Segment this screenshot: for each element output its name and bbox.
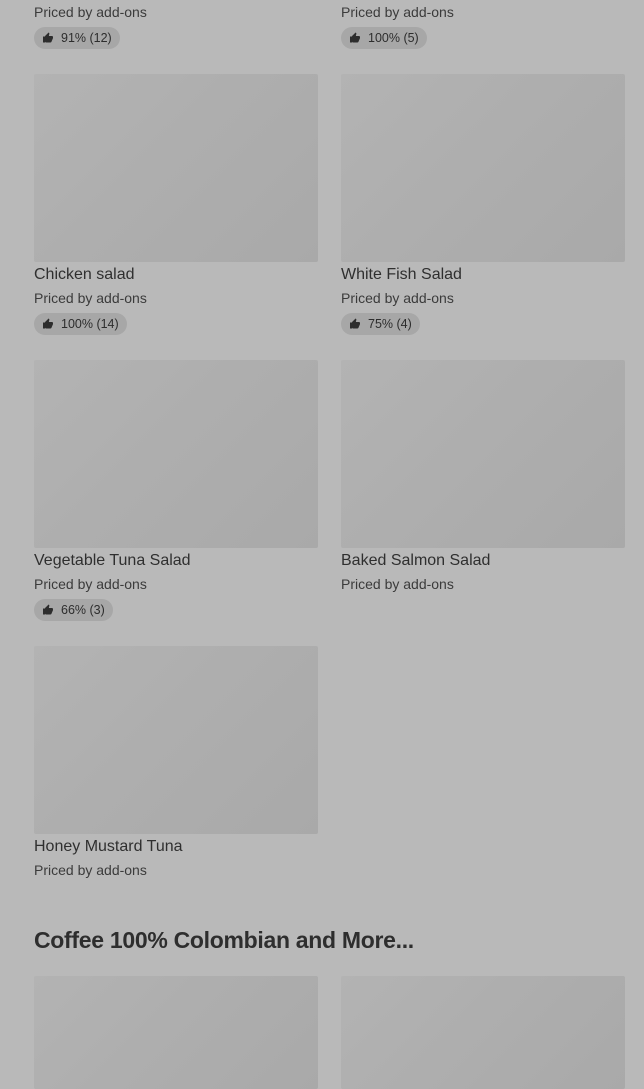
item-price: Priced by add-ons xyxy=(34,862,147,878)
item-price: Priced by add-ons xyxy=(34,576,147,592)
rating-badge: 100% (5) xyxy=(341,27,427,49)
rating-text: 66% (3) xyxy=(61,603,105,617)
rating-badge: 100% (14) xyxy=(34,313,127,335)
item-image[interactable] xyxy=(34,646,318,834)
thumbs-up-icon xyxy=(350,318,360,329)
thumbs-up-icon xyxy=(43,318,53,329)
item-price: Priced by add-ons xyxy=(34,4,147,20)
item-image[interactable] xyxy=(34,976,318,1089)
thumbs-up-icon xyxy=(43,32,53,43)
rating-badge: 75% (4) xyxy=(341,313,420,335)
item-price: Priced by add-ons xyxy=(34,290,147,306)
item-price: Priced by add-ons xyxy=(341,4,454,20)
item-name[interactable]: Vegetable Tuna Salad xyxy=(34,552,191,570)
rating-text: 91% (12) xyxy=(61,31,112,45)
item-name[interactable]: Honey Mustard Tuna xyxy=(34,838,183,856)
section-title: Coffee 100% Colombian and More... xyxy=(34,927,414,953)
item-price: Priced by add-ons xyxy=(341,576,454,592)
item-name[interactable]: Chicken salad xyxy=(34,266,135,284)
item-image[interactable] xyxy=(34,74,318,262)
item-image[interactable] xyxy=(34,360,318,548)
item-price: Priced by add-ons xyxy=(341,290,454,306)
rating-text: 75% (4) xyxy=(368,317,412,331)
item-image[interactable] xyxy=(341,74,625,262)
item-name[interactable]: Baked Salmon Salad xyxy=(341,552,490,570)
rating-text: 100% (5) xyxy=(368,31,419,45)
thumbs-up-icon xyxy=(43,604,53,615)
thumbs-up-icon xyxy=(350,32,360,43)
rating-badge: 91% (12) xyxy=(34,27,120,49)
item-image[interactable] xyxy=(341,976,625,1089)
rating-badge: 66% (3) xyxy=(34,599,113,621)
item-image[interactable] xyxy=(341,360,625,548)
rating-text: 100% (14) xyxy=(61,317,119,331)
item-name[interactable]: White Fish Salad xyxy=(341,266,462,284)
